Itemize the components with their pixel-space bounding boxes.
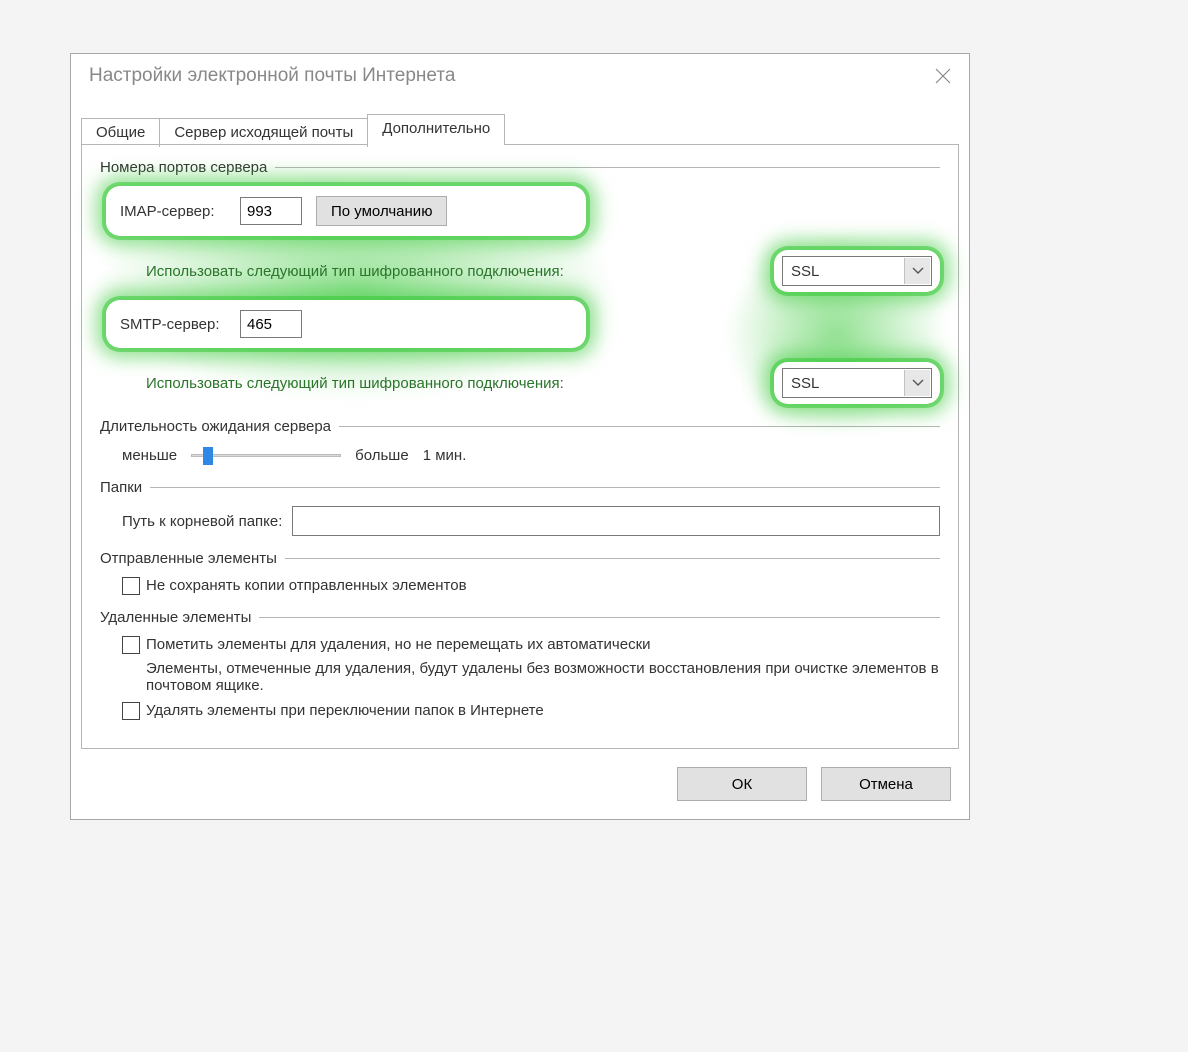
imap-encryption-value: SSL xyxy=(791,263,819,280)
group-title-sent: Отправленные элементы xyxy=(100,550,285,567)
timeout-value: 1 мин. xyxy=(423,447,467,464)
tab-outgoing-server[interactable]: Сервер исходящей почты xyxy=(159,118,368,147)
no-save-sent-checkbox[interactable] xyxy=(122,577,140,595)
tab-general[interactable]: Общие xyxy=(81,118,160,147)
imap-encryption-select[interactable]: SSL xyxy=(782,256,932,286)
cancel-button[interactable]: Отмена xyxy=(821,767,951,801)
chevron-down-icon xyxy=(904,370,930,396)
no-save-sent-label: Не сохранять копии отправленных элементо… xyxy=(146,577,940,594)
tab-panel-advanced: Номера портов сервера IMAP-сервер: По ум… xyxy=(81,145,959,749)
imap-port-input[interactable] xyxy=(240,197,302,225)
smtp-port-input[interactable] xyxy=(240,310,302,338)
tab-advanced[interactable]: Дополнительно xyxy=(367,114,505,145)
chevron-down-icon xyxy=(904,258,930,284)
imap-server-label: IMAP-сервер: xyxy=(120,203,240,220)
timeout-less-label: меньше xyxy=(122,447,177,464)
root-folder-input[interactable] xyxy=(292,506,940,536)
email-settings-dialog: Настройки электронной почты Интернета Об… xyxy=(70,53,970,820)
mark-for-delete-checkbox[interactable] xyxy=(122,636,140,654)
slider-thumb[interactable] xyxy=(203,447,213,465)
group-title-ports: Номера портов сервера xyxy=(100,159,275,176)
close-icon[interactable] xyxy=(931,64,955,88)
mark-for-delete-hint: Элементы, отмеченные для удаления, будут… xyxy=(100,660,940,694)
dialog-footer: ОК Отмена xyxy=(71,749,969,819)
tab-row: Общие Сервер исходящей почты Дополнитель… xyxy=(71,94,969,145)
smtp-encryption-value: SSL xyxy=(791,375,819,392)
restore-defaults-button[interactable]: По умолчанию xyxy=(316,196,447,226)
smtp-encryption-label: Использовать следующий тип шифрованного … xyxy=(100,375,572,392)
dialog-title: Настройки электронной почты Интернета xyxy=(89,65,455,87)
ok-button[interactable]: ОК xyxy=(677,767,807,801)
group-title-folders: Папки xyxy=(100,479,150,496)
titlebar: Настройки электронной почты Интернета xyxy=(71,54,969,94)
purge-on-switch-checkbox[interactable] xyxy=(122,702,140,720)
group-title-timeout: Длительность ожидания сервера xyxy=(100,418,339,435)
mark-for-delete-label: Пометить элементы для удаления, но не пе… xyxy=(146,636,940,653)
group-title-deleted: Удаленные элементы xyxy=(100,609,259,626)
timeout-slider[interactable] xyxy=(191,445,341,465)
root-folder-label: Путь к корневой папке: xyxy=(122,513,292,530)
imap-encryption-label: Использовать следующий тип шифрованного … xyxy=(100,263,572,280)
purge-on-switch-label: Удалять элементы при переключении папок … xyxy=(146,702,940,719)
timeout-more-label: больше xyxy=(355,447,409,464)
smtp-encryption-select[interactable]: SSL xyxy=(782,368,932,398)
smtp-server-label: SMTP-сервер: xyxy=(120,316,240,333)
